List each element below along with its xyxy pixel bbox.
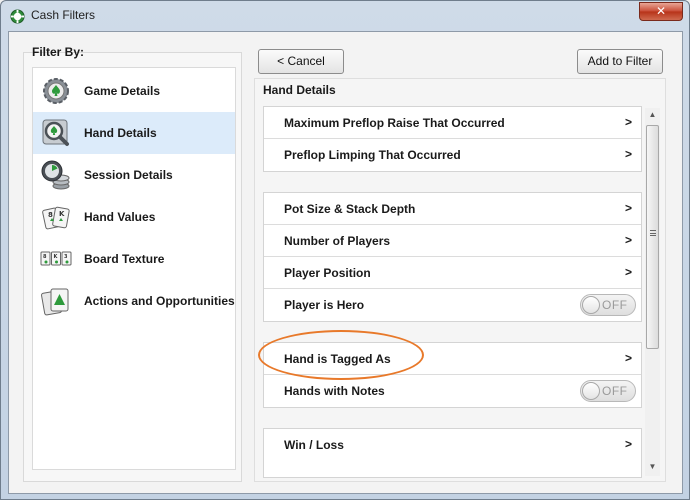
poker-chip-icon: [10, 9, 25, 24]
filter-item-hand-details[interactable]: Hand Details: [33, 112, 235, 154]
svg-text:3: 3: [64, 254, 68, 260]
row-label: Hand is Tagged As: [284, 352, 391, 366]
filter-category-list: Game Details Hand Details Session Detail…: [32, 67, 236, 470]
svg-text:K: K: [59, 210, 65, 218]
row-label: Pot Size & Stack Depth: [284, 202, 416, 216]
chevron-right-icon: >: [624, 233, 632, 247]
filter-item-label: Session Details: [84, 168, 173, 182]
scrollbar-thumb[interactable]: [646, 125, 659, 349]
row-preflop-limping[interactable]: Preflop Limping That Occurred >: [264, 139, 641, 171]
toggle-state: OFF: [602, 298, 628, 312]
chevron-right-icon: >: [624, 351, 632, 365]
chevron-right-icon: >: [624, 115, 632, 129]
chevron-right-icon: >: [624, 265, 632, 279]
row-player-position[interactable]: Player Position >: [264, 257, 641, 289]
filter-item-label: Hand Values: [84, 210, 156, 224]
close-button[interactable]: ✕: [639, 2, 683, 21]
toggle-knob: [582, 382, 600, 400]
row-label: Player Position: [284, 266, 371, 280]
details-section-title: Hand Details: [263, 83, 336, 97]
filter-item-hand-values[interactable]: 8 K Hand Values: [33, 196, 235, 238]
action-cards-icon: [41, 288, 69, 316]
filter-item-label: Board Texture: [84, 252, 165, 266]
row-label: Number of Players: [284, 234, 391, 248]
svg-text:8: 8: [48, 211, 53, 219]
details-scrollbar[interactable]: ▲ ▼: [645, 108, 660, 476]
window-title: Cash Filters: [31, 8, 96, 22]
add-to-filter-button[interactable]: Add to Filter: [577, 49, 663, 74]
details-group-preflop: Maximum Preflop Raise That Occurred > Pr…: [263, 106, 642, 172]
filter-item-label: Actions and Opportunities: [84, 294, 235, 308]
row-label: Maximum Preflop Raise That Occurred: [284, 116, 505, 130]
hands-with-notes-toggle[interactable]: OFF: [580, 380, 636, 402]
row-player-is-hero: Player is Hero OFF: [264, 289, 641, 321]
row-label: Preflop Limping That Occurred: [284, 148, 461, 162]
row-label: Hands with Notes: [284, 384, 385, 398]
details-group-table: Pot Size & Stack Depth > Number of Playe…: [263, 192, 642, 322]
details-group-tags: Hand is Tagged As > Hands with Notes OFF: [263, 342, 642, 408]
player-is-hero-toggle[interactable]: OFF: [580, 294, 636, 316]
row-label: Player is Hero: [284, 298, 365, 312]
hand-of-cards-icon: 8 K: [42, 206, 70, 230]
filter-item-label: Hand Details: [84, 126, 157, 140]
scroll-up-arrow-icon[interactable]: ▲: [647, 110, 658, 119]
row-hands-with-notes: Hands with Notes OFF: [264, 375, 641, 407]
filter-item-board-texture[interactable]: 8 K 3 Board Texture: [33, 238, 235, 280]
gear-spade-icon: [43, 78, 69, 104]
row-pot-size-stack-depth[interactable]: Pot Size & Stack Depth >: [264, 193, 641, 225]
scroll-down-arrow-icon[interactable]: ▼: [647, 462, 658, 471]
row-maximum-preflop-raise[interactable]: Maximum Preflop Raise That Occurred >: [264, 107, 641, 139]
magnifier-spade-icon: [42, 119, 69, 146]
cancel-button[interactable]: < Cancel: [258, 49, 344, 74]
chevron-right-icon: >: [624, 201, 632, 215]
clock-chips-icon: [41, 160, 70, 190]
toggle-knob: [582, 296, 600, 314]
row-label: Win / Loss: [284, 438, 344, 452]
filter-item-label: Game Details: [84, 84, 161, 98]
grip-icon: [650, 230, 656, 236]
row-hand-is-tagged-as[interactable]: Hand is Tagged As >: [264, 343, 641, 375]
toggle-state: OFF: [602, 384, 628, 398]
filter-item-session-details[interactable]: Session Details: [33, 154, 235, 196]
filter-item-game-details[interactable]: Game Details: [33, 70, 235, 112]
filter-by-label: Filter By:: [32, 45, 85, 59]
board-cards-icon: 8 K 3: [40, 251, 72, 266]
chevron-right-icon: >: [624, 147, 632, 161]
chevron-right-icon: >: [624, 437, 632, 451]
details-group-results: Win / Loss >: [263, 428, 642, 478]
row-win-loss[interactable]: Win / Loss >: [264, 429, 641, 461]
title-bar[interactable]: Cash Filters ✕: [1, 1, 689, 31]
svg-text:8: 8: [43, 254, 47, 260]
row-number-of-players[interactable]: Number of Players >: [264, 225, 641, 257]
filter-item-actions-and-opportunities[interactable]: Actions and Opportunities: [33, 280, 235, 322]
